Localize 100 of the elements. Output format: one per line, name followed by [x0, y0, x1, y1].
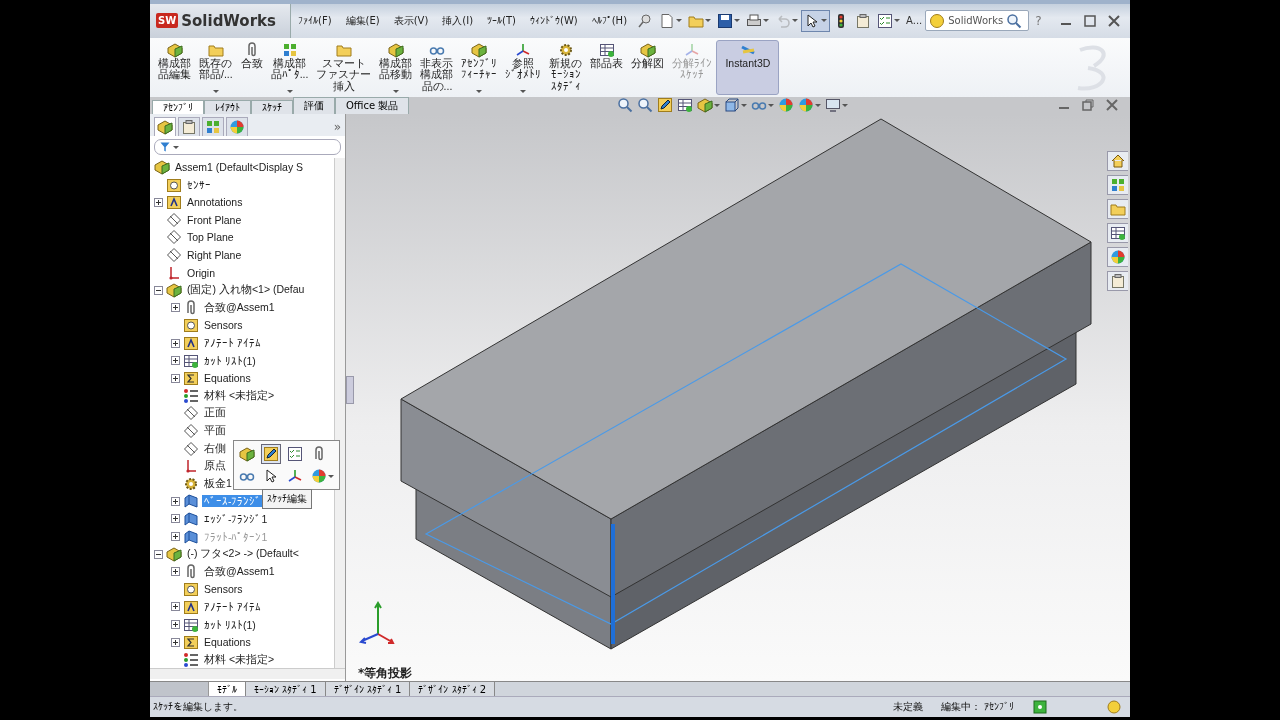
expand-panel-button[interactable]: » — [333, 119, 341, 134]
panel-tab[interactable] — [226, 117, 248, 137]
tree-item[interactable]: ｴｯｼﾞ-ﾌﾗﾝｼﾞ1 — [202, 512, 270, 525]
menu-item[interactable]: ﾍﾙﾌﾟ(H) — [584, 15, 635, 27]
menu-item[interactable]: ｳｨﾝﾄﾞｳ(W) — [523, 15, 585, 27]
tree-item[interactable]: (固定) 入れ物<1> (Defau — [185, 283, 307, 298]
tree-item[interactable]: Equations — [202, 372, 253, 385]
help-menu[interactable]: ? — [1029, 13, 1048, 28]
panel-tab[interactable] — [178, 117, 200, 137]
menu-item[interactable]: 挿入(I) — [435, 13, 481, 28]
tree-item[interactable]: Equations — [202, 636, 253, 649]
context-tool-button[interactable] — [261, 444, 281, 465]
tree-item[interactable]: Origin — [185, 266, 217, 279]
view-tool-button[interactable] — [677, 97, 694, 114]
tree-item[interactable]: 原点 — [202, 459, 228, 474]
splitter-handle[interactable] — [346, 376, 354, 405]
expand-toggle[interactable] — [171, 303, 180, 313]
tree-item[interactable]: 板金1 — [202, 476, 234, 491]
bottom-tab[interactable]: ﾃﾞｻﾞｲﾝ ｽﾀﾃﾞｨ 2 — [410, 682, 496, 697]
scrollbar[interactable] — [150, 668, 345, 680]
command-tab[interactable]: 評価 — [293, 97, 335, 115]
bottom-tab[interactable]: ﾃﾞｻﾞｲﾝ ｽﾀﾃﾞｨ 1 — [325, 682, 411, 697]
collapse-toggle[interactable] — [154, 549, 163, 559]
tree-item[interactable]: (-) フタ<2> -> (Default< — [185, 547, 301, 562]
expand-toggle[interactable] — [171, 373, 180, 383]
tree-item[interactable]: ｶｯﾄ ﾘｽﾄ(1) — [202, 354, 258, 367]
menu-item[interactable]: ﾌｧｲﾙ(F) — [291, 15, 339, 27]
command-tab[interactable]: ｱｾﾝﾌﾞﾘ — [152, 100, 204, 115]
expand-toggle[interactable] — [171, 532, 180, 542]
maximize-icon[interactable] — [1082, 12, 1098, 29]
tree-item[interactable]: Sensors — [202, 583, 245, 596]
view-tool-button[interactable] — [617, 97, 634, 114]
ribbon-button[interactable]: 既存の 部品/... — [195, 39, 237, 95]
expand-toggle[interactable] — [171, 637, 180, 647]
tree-item[interactable]: 正面 — [202, 406, 228, 421]
view-tool-button[interactable] — [724, 97, 748, 114]
ribbon-button[interactable]: 部品表 — [586, 39, 628, 95]
ribbon-button[interactable]: Instant3D — [716, 39, 780, 95]
restore-icon[interactable] — [1080, 97, 1096, 114]
command-tab[interactable]: ｽｹｯﾁ — [251, 100, 293, 115]
menu-item[interactable]: 編集(E) — [338, 13, 387, 28]
tree-item[interactable]: 材料 <未指定> — [202, 652, 277, 667]
tree-item[interactable]: Top Plane — [185, 231, 236, 244]
tree-item[interactable]: ｱﾉﾃｰﾄ ｱｲﾃﾑ — [202, 600, 263, 613]
scrollbar[interactable] — [334, 158, 345, 669]
command-tab[interactable]: ﾚｲｱｳﾄ — [204, 100, 251, 115]
task-pane-tab[interactable] — [1107, 151, 1128, 172]
tree-item[interactable]: 右側 — [202, 441, 228, 456]
tree-item[interactable]: 合致@Assem1 — [202, 300, 277, 315]
ribbon-button[interactable]: 構成部 品編集 — [154, 39, 195, 95]
ribbon-button[interactable]: スマート ファスナー 挿入 — [312, 39, 376, 95]
tree-item[interactable]: Assem1 (Default<Display S — [173, 161, 306, 174]
expand-toggle[interactable] — [171, 620, 180, 629]
ribbon-button[interactable]: 非表示 構成部 品の... — [416, 39, 458, 95]
tree-item[interactable]: ｶｯﾄ ﾘｽﾄ(1) — [202, 618, 258, 631]
tree-item[interactable]: ｱﾉﾃｰﾄ ｱｲﾃﾑ — [202, 337, 263, 349]
tree-item[interactable]: 材料 <未指定> — [202, 388, 277, 403]
menu-item[interactable]: ﾂｰﾙ(T) — [480, 15, 523, 27]
filter-icon[interactable] — [159, 141, 171, 154]
expand-toggle[interactable] — [171, 338, 180, 348]
overflow-label[interactable]: A... — [903, 15, 926, 27]
view-tool-button[interactable] — [657, 97, 674, 114]
task-pane-tab[interactable] — [1107, 271, 1128, 292]
ribbon-button[interactable]: 合致 — [236, 39, 267, 95]
ribbon-button[interactable]: 構成部 品移動 — [375, 39, 417, 95]
tree-item[interactable]: Front Plane — [185, 213, 244, 226]
task-pane-tab[interactable] — [1107, 223, 1128, 244]
help-icon[interactable] — [1032, 699, 1048, 716]
expand-toggle[interactable] — [171, 514, 180, 524]
expand-toggle[interactable] — [171, 496, 180, 506]
task-pane-tab[interactable] — [1107, 175, 1128, 196]
tree-item[interactable]: 合致@Assem1 — [202, 564, 277, 579]
close-icon[interactable] — [1106, 12, 1122, 29]
bottom-tab[interactable]: ﾓﾃﾞﾙ — [209, 682, 246, 697]
view-tool-button[interactable] — [825, 97, 849, 114]
bottom-tab[interactable]: ﾓｰｼｮﾝ ｽﾀﾃﾞｨ 1 — [246, 682, 326, 697]
task-pane-tab[interactable] — [1107, 247, 1128, 268]
ribbon-button[interactable]: ｱｾﾝﾌﾞﾘ ﾌｨｰﾁｬｰ — [457, 39, 502, 95]
search-field[interactable]: SolidWorks — [925, 10, 1030, 32]
tree-item[interactable]: Annotations — [185, 196, 245, 209]
view-tool-button[interactable] — [637, 97, 654, 114]
command-tab[interactable]: Office 製品 — [335, 97, 410, 115]
expand-toggle[interactable] — [171, 356, 180, 366]
filter-field[interactable] — [154, 139, 341, 156]
ribbon-button[interactable]: 構成部 品ﾊﾟﾀ... — [266, 39, 313, 95]
expand-toggle[interactable] — [154, 197, 163, 207]
ribbon-button[interactable]: 新規の ﾓｰｼｮﾝ ｽﾀﾃﾞｨ — [545, 39, 587, 95]
tree-item[interactable]: 平面 — [202, 423, 228, 438]
panel-tab[interactable] — [154, 117, 176, 137]
ribbon-button[interactable]: 分解図 — [627, 39, 669, 95]
tree-item[interactable]: ｾﾝｻｰ — [185, 178, 213, 191]
expand-toggle[interactable] — [171, 602, 180, 612]
toolbar-button[interactable] — [801, 9, 831, 32]
collapse-toggle[interactable] — [154, 285, 163, 295]
ribbon-button[interactable]: 参照 ｼﾞｵﾒﾄﾘ — [501, 39, 546, 95]
tree-item[interactable]: Sensors — [202, 319, 245, 332]
expand-toggle[interactable] — [171, 567, 180, 577]
panel-tab[interactable] — [202, 117, 224, 137]
menu-item[interactable]: 表示(V) — [386, 13, 436, 28]
tree-item[interactable]: Right Plane — [185, 249, 244, 262]
